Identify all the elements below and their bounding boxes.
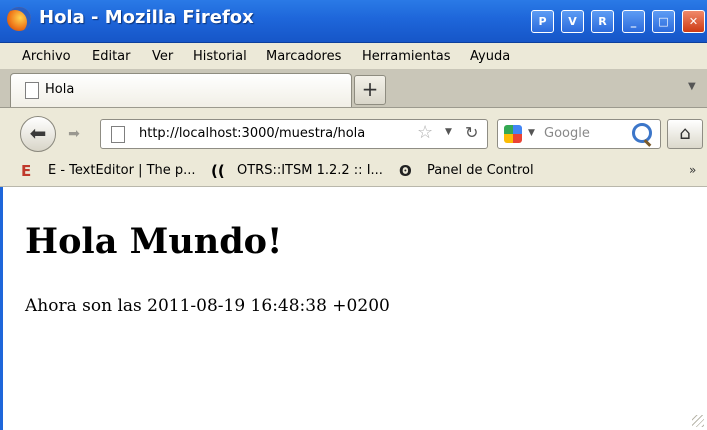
navigation-toolbar: ⬅ ➡ http://localhost:3000/muestra/hola ☆… [0, 108, 707, 154]
search-icon[interactable] [632, 123, 652, 143]
forward-button[interactable]: ➡ [62, 123, 86, 145]
menu-marcadores[interactable]: Marcadores [266, 49, 341, 64]
bookmark-texteditor[interactable]: E - TextEditor | The p... [48, 163, 196, 178]
texteditor-favicon-icon: E [21, 162, 32, 180]
current-time-text: Ahora son las 2011-08-19 16:48:38 +0200 [25, 296, 390, 316]
close-button[interactable]: ✕ [682, 10, 705, 33]
url-text[interactable]: http://localhost:3000/muestra/hola [139, 126, 365, 141]
bookmark-star-icon[interactable]: ☆ [417, 122, 433, 143]
menu-editar[interactable]: Editar [92, 49, 131, 64]
menu-archivo[interactable]: Archivo [22, 49, 71, 64]
reload-icon[interactable]: ↻ [465, 123, 478, 142]
extra-p-button[interactable]: P [531, 10, 554, 33]
tab-list-arrow-icon[interactable]: ▼ [688, 81, 696, 92]
extra-r-button[interactable]: R [591, 10, 614, 33]
resize-grip-icon[interactable] [692, 415, 704, 427]
panel-favicon-icon: ʘ [399, 162, 412, 180]
page-content: Hola Mundo! Ahora son las 2011-08-19 16:… [0, 187, 707, 430]
window-titlebar[interactable]: Hola - Mozilla Firefox P V R _ □ ✕ [0, 0, 707, 43]
bookmark-panel-de-control[interactable]: Panel de Control [427, 163, 534, 178]
page-heading: Hola Mundo! [25, 221, 283, 262]
search-bar[interactable]: ▼ Google [497, 119, 661, 149]
maximize-button[interactable]: □ [652, 10, 675, 33]
search-engine-dropdown-icon[interactable]: ▼ [528, 128, 535, 138]
site-page-icon [111, 126, 125, 143]
tab-strip: Hola + ▼ [0, 69, 707, 108]
menu-bar: Archivo Editar Ver Historial Marcadores … [0, 43, 707, 69]
back-button[interactable]: ⬅ [20, 116, 56, 152]
url-bar[interactable]: http://localhost:3000/muestra/hola ☆ ▼ ↻ [100, 119, 488, 149]
url-history-dropdown-icon[interactable]: ▼ [445, 127, 452, 137]
window-title: Hola - Mozilla Firefox [39, 7, 254, 28]
firefox-logo-icon [7, 7, 31, 31]
menu-ver[interactable]: Ver [152, 49, 173, 64]
search-input[interactable]: Google [544, 126, 590, 141]
menu-historial[interactable]: Historial [193, 49, 247, 64]
tab-hola[interactable]: Hola [10, 73, 352, 107]
more-bookmarks-chevron-icon[interactable]: » [689, 163, 696, 177]
bookmarks-toolbar: E E - TextEditor | The p... (( OTRS::ITS… [0, 154, 707, 187]
google-engine-icon[interactable] [504, 125, 522, 143]
bookmark-otrs[interactable]: OTRS::ITSM 1.2.2 :: I... [237, 163, 383, 178]
tab-label: Hola [45, 82, 75, 97]
otrs-favicon-icon: (( [211, 162, 225, 180]
new-tab-button[interactable]: + [354, 75, 386, 105]
menu-herramientas[interactable]: Herramientas [362, 49, 451, 64]
extra-v-button[interactable]: V [561, 10, 584, 33]
page-icon [25, 82, 39, 99]
minimize-button[interactable]: _ [622, 10, 645, 33]
home-button[interactable]: ⌂ [667, 119, 703, 149]
menu-ayuda[interactable]: Ayuda [470, 49, 510, 64]
